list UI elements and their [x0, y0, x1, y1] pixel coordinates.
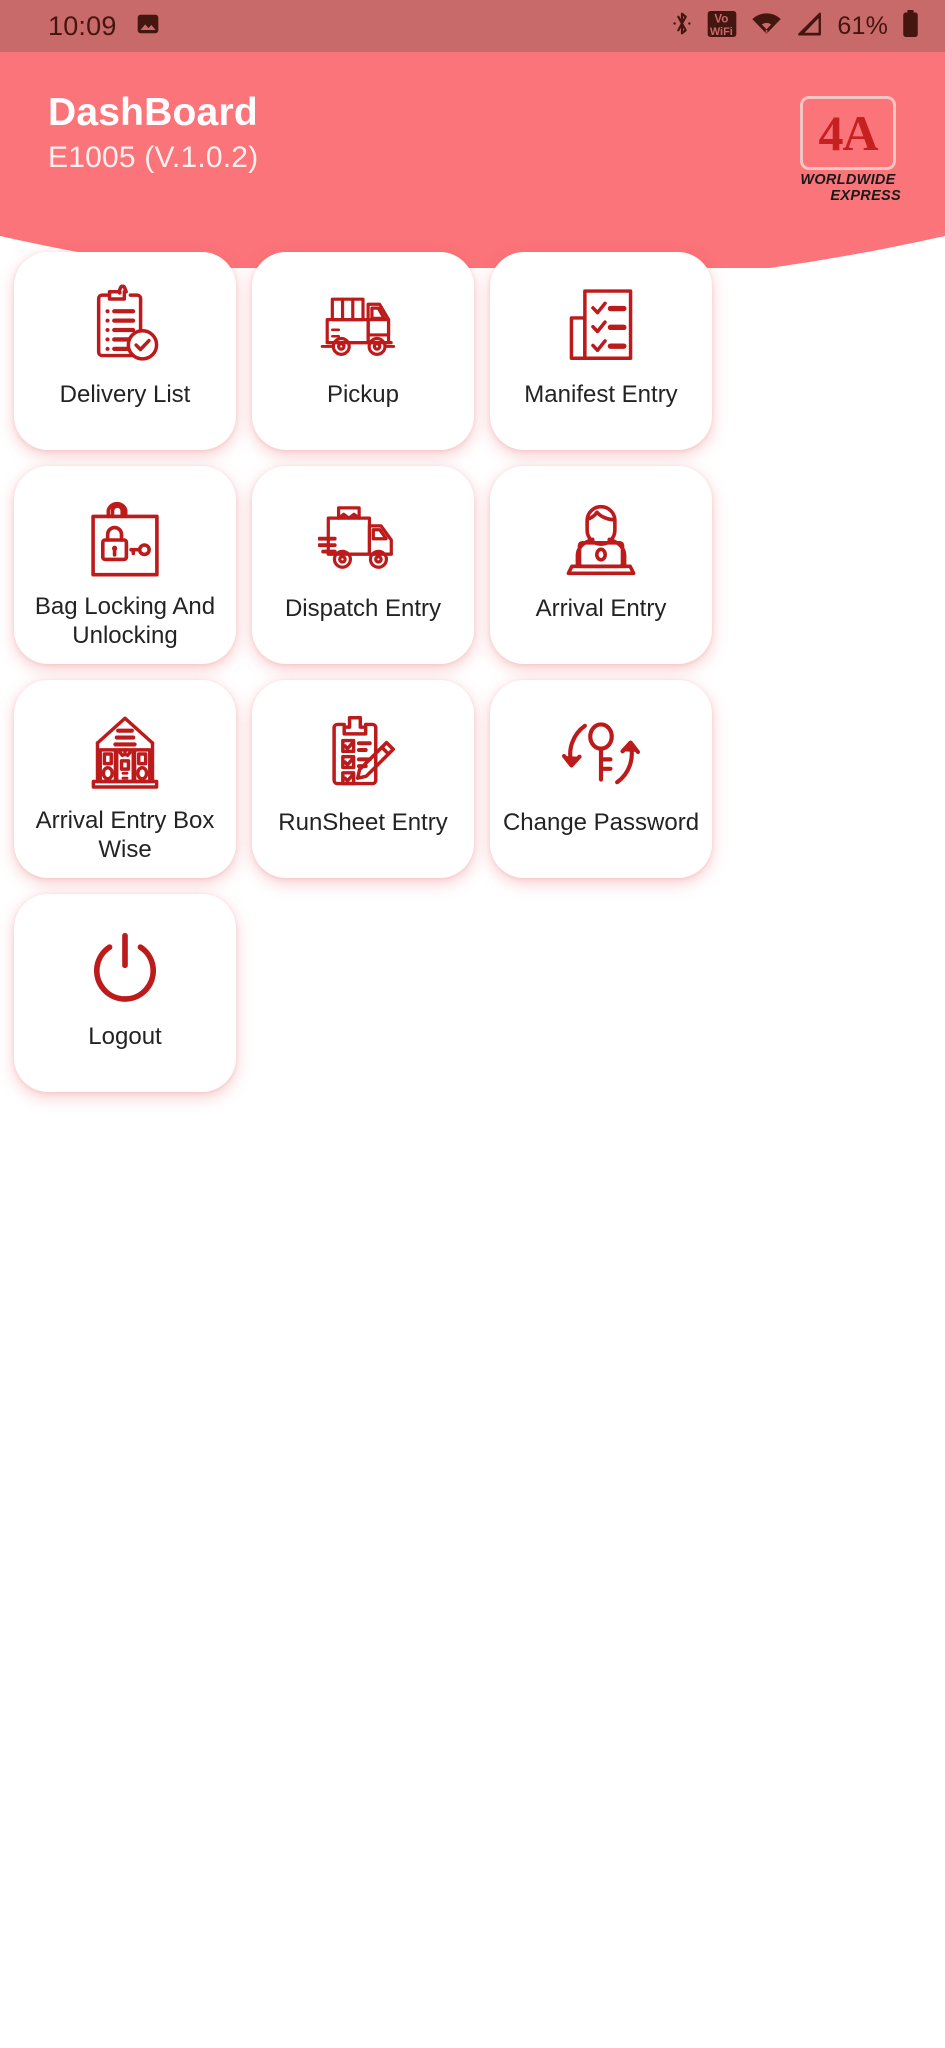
- image-icon: [135, 11, 161, 42]
- grid-item-arrival-entry[interactable]: Arrival Entry: [490, 466, 712, 664]
- status-clock: 10:09: [48, 10, 117, 41]
- grid-item-label: RunSheet Entry: [278, 809, 448, 836]
- grid-item-logout[interactable]: Logout: [14, 894, 236, 1092]
- logo-express-text: EXPRESS: [830, 188, 901, 205]
- grid-item-label: Pickup: [326, 381, 400, 408]
- pickup-truck-icon: [317, 280, 409, 372]
- status-bar-left: 10:09: [48, 11, 161, 42]
- grid-item-label: Delivery List: [59, 381, 191, 408]
- grid-item-label: Arrival Entry: [535, 595, 667, 622]
- battery-percent-label: 61%: [837, 11, 888, 40]
- svg-text:Vo: Vo: [715, 13, 729, 25]
- grid-item-delivery-list[interactable]: Delivery List: [14, 252, 236, 450]
- key-refresh-icon: [558, 708, 644, 800]
- logo-mark-box: 4A: [800, 96, 896, 170]
- app-header: DashBoard E1005 (V.1.0.2) 4A WORLDWIDE E…: [0, 52, 945, 268]
- grid-item-runsheet-entry[interactable]: RunSheet Entry: [252, 680, 474, 878]
- grid-item-manifest-entry[interactable]: Manifest Entry: [490, 252, 712, 450]
- status-bar-right: Vo WiFi 61%: [671, 9, 919, 43]
- grid-item-pickup[interactable]: Pickup: [252, 252, 474, 450]
- bluetooth-icon: [671, 10, 693, 42]
- logo-worldwide-text: WORLDWIDE: [800, 172, 896, 188]
- status-bar: 10:09 Vo WiFi 61%: [0, 0, 945, 52]
- warehouse-building-icon: [81, 708, 169, 800]
- grid-item-dispatch-entry[interactable]: Dispatch Entry: [252, 466, 474, 664]
- power-icon: [82, 922, 168, 1014]
- logo-mark-text: 4A: [818, 105, 878, 161]
- grid-item-label: Logout: [88, 1023, 162, 1050]
- page-title: DashBoard: [48, 91, 258, 134]
- grid-item-label: Bag Locking And Unlocking: [34, 593, 216, 650]
- svg-text:WiFi: WiFi: [710, 25, 733, 37]
- grid-item-label: Manifest Entry: [524, 381, 678, 408]
- vowifi-icon: Vo WiFi: [707, 10, 737, 43]
- bag-lock-key-icon: [83, 494, 167, 586]
- grid-item-arrival-entry-box-wise[interactable]: Arrival Entry Box Wise: [14, 680, 236, 878]
- grid-item-change-password[interactable]: Change Password: [490, 680, 712, 878]
- brand-logo: 4A WORLDWIDE EXPRESS: [789, 96, 907, 204]
- grid-item-label: Dispatch Entry: [284, 595, 442, 622]
- clipboard-check-icon: [82, 280, 168, 372]
- wifi-icon: [751, 11, 782, 42]
- battery-icon: [902, 9, 919, 43]
- grid-item-label: Change Password: [502, 809, 700, 836]
- dashboard-grid: Delivery List Pickup Manifest Entry Bag …: [14, 252, 931, 1092]
- page-subtitle: E1005 (V.1.0.2): [48, 141, 259, 175]
- dashboard-screen: 10:09 Vo WiFi 61% DashBoard E1005 (V.1.0…: [0, 0, 945, 2048]
- clipboard-pencil-icon: [320, 708, 406, 800]
- header-titles: DashBoard E1005 (V.1.0.2): [48, 91, 259, 175]
- cellular-signal-icon: [796, 11, 823, 42]
- checklist-document-icon: [558, 280, 644, 372]
- grid-item-label: Arrival Entry Box Wise: [35, 807, 215, 864]
- person-laptop-icon: [559, 494, 643, 586]
- grid-item-bag-locking-and-unlocking[interactable]: Bag Locking And Unlocking: [14, 466, 236, 664]
- delivery-truck-box-icon: [318, 494, 408, 586]
